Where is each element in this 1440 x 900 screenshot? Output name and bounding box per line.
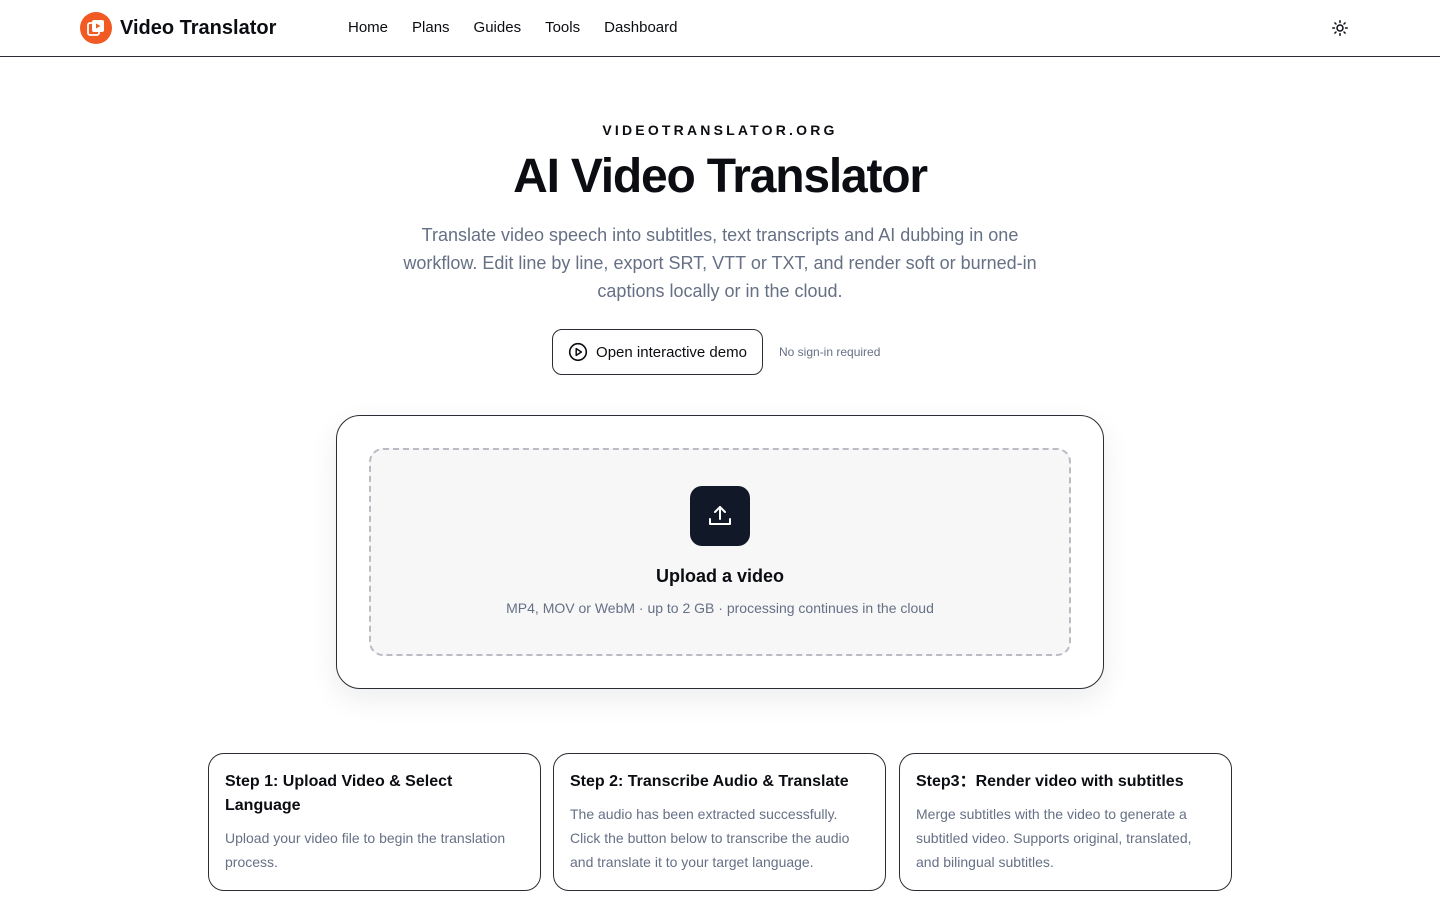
nav-tools[interactable]: Tools [545, 18, 580, 38]
main-nav: Home Plans Guides Tools Dashboard [348, 18, 678, 38]
step-card-2: Step 2: Transcribe Audio & Translate The… [553, 753, 886, 891]
nav-home[interactable]: Home [348, 18, 388, 38]
video-logo-icon [80, 12, 112, 44]
cta-row: Open interactive demo No sign-in require… [552, 329, 880, 375]
step-title: Step 2: Transcribe Audio & Translate [570, 773, 849, 790]
nav-guides[interactable]: Guides [474, 18, 522, 38]
sun-icon [1332, 20, 1348, 36]
hero-subtitle: Translate video speech into subtitles, t… [403, 225, 1037, 301]
nav-dashboard[interactable]: Dashboard [604, 18, 677, 38]
hero-eyebrow: VIDEOTRANSLATOR.ORG [602, 122, 838, 138]
step-card-1: Step 1: Upload Video & Select Language U… [208, 753, 541, 891]
open-demo-button[interactable]: Open interactive demo [552, 329, 763, 375]
upload-icon [690, 486, 750, 546]
nav-plans[interactable]: Plans [412, 18, 450, 38]
open-demo-label: Open interactive demo [596, 343, 747, 361]
upload-dropzone[interactable]: Upload a video MP4, MOV or WebM · up to … [369, 448, 1071, 656]
step-card-3: Step3：Render video with subtitles Merge … [899, 753, 1232, 891]
no-signin-note: No sign-in required [779, 345, 881, 359]
brand-name: Video Translator [120, 16, 277, 39]
step-description: Merge subtitles with the video to genera… [916, 806, 1192, 870]
play-circle-icon [568, 342, 588, 362]
step-title: Step3：Render video with subtitles [916, 773, 1184, 790]
upload-hint: MP4, MOV or WebM · up to 2 GB · processi… [506, 600, 934, 616]
page-title: AI Video Translator [513, 150, 928, 203]
step-description: The audio has been extracted successfull… [570, 806, 850, 870]
theme-toggle-button[interactable] [1328, 16, 1352, 40]
upload-title: Upload a video [655, 566, 785, 586]
step-description: Upload your video file to begin the tran… [225, 830, 506, 870]
step-title: Step 1: Upload Video & Select Language [225, 773, 453, 814]
upload-card: Upload a video MP4, MOV or WebM · up to … [336, 415, 1104, 689]
brand[interactable]: Video Translator [80, 12, 276, 44]
site-header: Video Translator Home Plans Guides Tools… [0, 0, 1440, 57]
